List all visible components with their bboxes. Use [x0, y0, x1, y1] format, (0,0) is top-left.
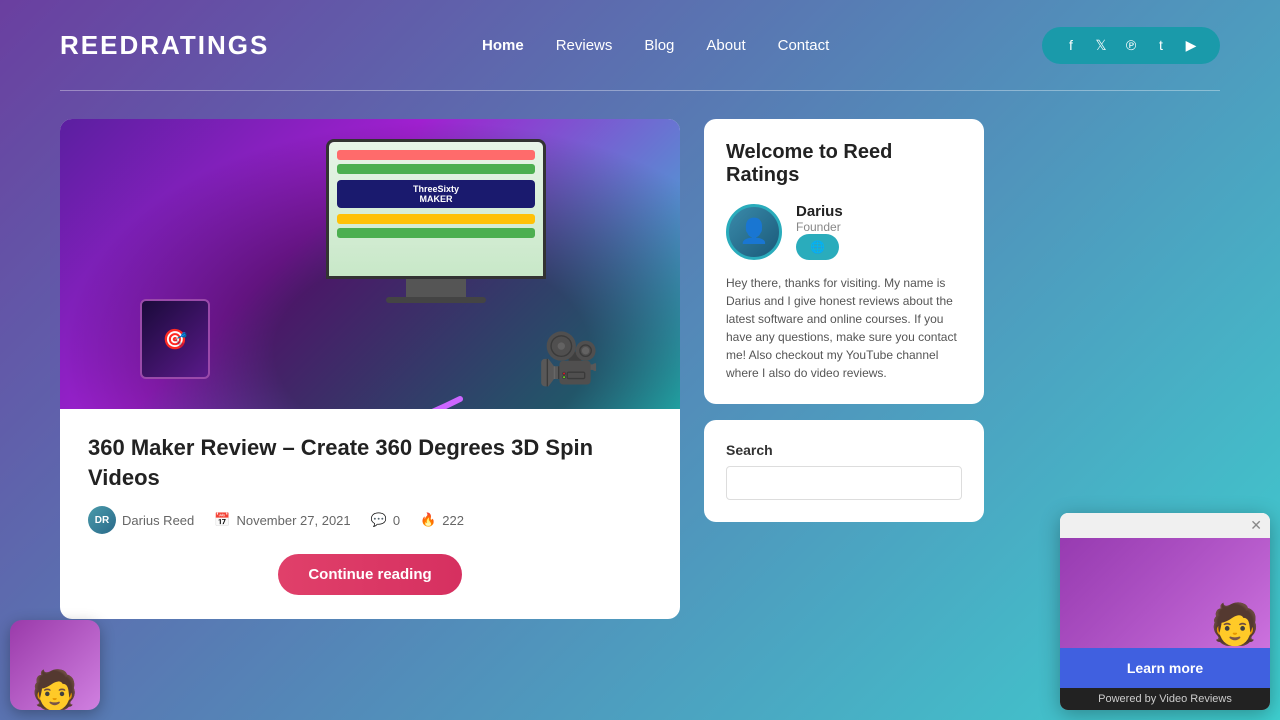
pinterest-icon[interactable]: ℗ — [1120, 37, 1142, 53]
bottom-left-person: 🧑 — [31, 672, 78, 710]
nav-about[interactable]: About — [706, 37, 745, 54]
screen-bar-red — [337, 150, 535, 160]
header: ReedRatings Home Reviews Blog About Cont… — [0, 0, 1280, 90]
welcome-title: Welcome to Reed Ratings — [726, 141, 962, 187]
camera-visual: 🎥 — [538, 330, 600, 389]
sidebar: Welcome to Reed Ratings 👤 Darius Founder… — [704, 119, 984, 522]
globe-icon: 🌐 — [810, 240, 825, 254]
article-date: November 27, 2021 — [236, 513, 350, 528]
author-follow-button[interactable]: 🌐 — [796, 234, 839, 260]
learn-more-button[interactable]: Learn more — [1060, 648, 1270, 688]
product-box: 🎯 — [140, 299, 210, 379]
views-meta: 🔥 222 — [420, 512, 464, 528]
calendar-icon: 📅 — [214, 512, 230, 528]
welcome-card: Welcome to Reed Ratings 👤 Darius Founder… — [704, 119, 984, 404]
product-logo-screen: ThreeSixtyMAKER — [337, 180, 535, 208]
date-meta: 📅 November 27, 2021 — [214, 512, 350, 528]
author-name-sidebar: Darius — [796, 203, 843, 220]
bottom-left-avatar-widget: 🧑 — [10, 620, 100, 710]
article-card: ThreeSixtyMAKER 🎯 🎥 — [60, 119, 680, 619]
monitor-screen: ThreeSixtyMAKER — [329, 142, 543, 276]
nav-blog[interactable]: Blog — [644, 37, 674, 54]
monitor-stand — [406, 279, 466, 297]
article-meta: DR Darius Reed 📅 November 27, 2021 💬 0 🔥… — [88, 506, 652, 534]
product-box-visual: 🎯 — [140, 299, 210, 379]
video-person-image: 🧑 — [1210, 601, 1260, 648]
video-widget: ✕ 🧑 Learn more Powered by Video Reviews — [1060, 513, 1270, 710]
view-count: 222 — [442, 513, 464, 528]
main-nav: Home Reviews Blog About Contact — [482, 37, 829, 54]
comment-count: 0 — [393, 513, 400, 528]
nav-home[interactable]: Home — [482, 37, 524, 54]
continue-reading-button[interactable]: Continue reading — [278, 554, 461, 595]
author-description: Hey there, thanks for visiting. My name … — [726, 274, 962, 382]
author-role: Founder — [796, 220, 843, 234]
article-hero-image: ThreeSixtyMAKER 🎯 🎥 — [60, 119, 680, 409]
site-logo[interactable]: ReedRatings — [60, 30, 269, 61]
author-meta: DR Darius Reed — [88, 506, 194, 534]
article-title: 360 Maker Review – Create 360 Degrees 3D… — [88, 433, 652, 492]
monitor-base — [386, 297, 486, 303]
fire-icon: 🔥 — [420, 512, 436, 528]
search-input[interactable] — [726, 466, 962, 500]
video-widget-header: ✕ — [1060, 513, 1270, 538]
twitter-icon[interactable]: 𝕏 — [1090, 37, 1112, 54]
social-bar: f 𝕏 ℗ t ▶ — [1042, 27, 1220, 64]
nav-reviews[interactable]: Reviews — [556, 37, 613, 54]
screen-bar-yellow — [337, 214, 535, 224]
comments-meta: 💬 0 — [371, 512, 400, 528]
nav-contact[interactable]: Contact — [778, 37, 830, 54]
search-card: Search — [704, 420, 984, 522]
author-name: Darius Reed — [122, 513, 194, 528]
comment-icon: 💬 — [371, 512, 387, 528]
screen-bar-green — [337, 164, 535, 174]
video-close-button[interactable]: ✕ — [1250, 517, 1262, 534]
monitor-mockup: ThreeSixtyMAKER — [326, 139, 546, 279]
author-avatar-small: DR — [88, 506, 116, 534]
article-body: 360 Maker Review – Create 360 Degrees 3D… — [60, 409, 680, 619]
powered-by-label: Powered by Video Reviews — [1060, 688, 1270, 710]
author-row: 👤 Darius Founder 🌐 — [726, 203, 962, 260]
author-info: Darius Founder 🌐 — [796, 203, 843, 260]
search-label: Search — [726, 442, 962, 458]
youtube-icon[interactable]: ▶ — [1180, 37, 1202, 54]
facebook-icon[interactable]: f — [1060, 37, 1082, 53]
author-avatar: 👤 — [726, 204, 782, 260]
tumblr-icon[interactable]: t — [1150, 37, 1172, 53]
screen-bar-green2 — [337, 228, 535, 238]
video-preview: 🧑 — [1060, 538, 1270, 648]
